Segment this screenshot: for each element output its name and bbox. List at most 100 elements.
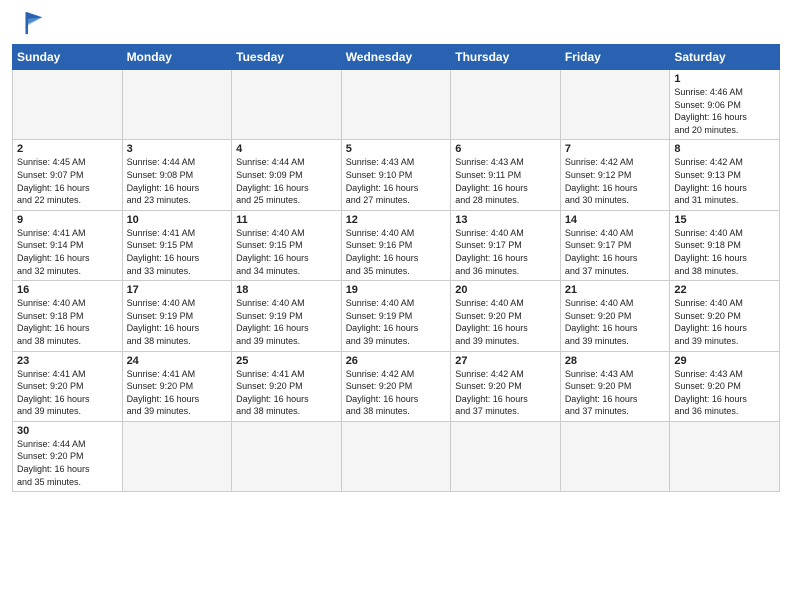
day-number: 25 [236, 355, 337, 367]
logo [12, 10, 48, 38]
calendar-cell [670, 421, 780, 491]
day-number: 1 [674, 73, 775, 85]
generalblue-logo-icon [12, 10, 44, 38]
week-row-1: 1Sunrise: 4:46 AM Sunset: 9:06 PM Daylig… [13, 70, 780, 140]
weekday-header-thursday: Thursday [451, 45, 561, 70]
calendar-cell [560, 70, 670, 140]
day-info: Sunrise: 4:40 AM Sunset: 9:17 PM Dayligh… [455, 227, 556, 277]
day-info: Sunrise: 4:43 AM Sunset: 9:10 PM Dayligh… [346, 156, 447, 206]
day-info: Sunrise: 4:40 AM Sunset: 9:18 PM Dayligh… [674, 227, 775, 277]
week-row-3: 9Sunrise: 4:41 AM Sunset: 9:14 PM Daylig… [13, 210, 780, 280]
calendar-cell: 21Sunrise: 4:40 AM Sunset: 9:20 PM Dayli… [560, 281, 670, 351]
calendar-cell: 24Sunrise: 4:41 AM Sunset: 9:20 PM Dayli… [122, 351, 232, 421]
calendar-cell: 25Sunrise: 4:41 AM Sunset: 9:20 PM Dayli… [232, 351, 342, 421]
calendar-cell: 4Sunrise: 4:44 AM Sunset: 9:09 PM Daylig… [232, 140, 342, 210]
day-number: 23 [17, 355, 118, 367]
day-number: 24 [127, 355, 228, 367]
calendar-cell: 29Sunrise: 4:43 AM Sunset: 9:20 PM Dayli… [670, 351, 780, 421]
day-info: Sunrise: 4:42 AM Sunset: 9:12 PM Dayligh… [565, 156, 666, 206]
day-info: Sunrise: 4:44 AM Sunset: 9:08 PM Dayligh… [127, 156, 228, 206]
calendar-cell [122, 421, 232, 491]
day-info: Sunrise: 4:41 AM Sunset: 9:20 PM Dayligh… [236, 368, 337, 418]
day-info: Sunrise: 4:41 AM Sunset: 9:20 PM Dayligh… [127, 368, 228, 418]
calendar-cell: 13Sunrise: 4:40 AM Sunset: 9:17 PM Dayli… [451, 210, 561, 280]
calendar-cell [341, 70, 451, 140]
calendar-cell: 17Sunrise: 4:40 AM Sunset: 9:19 PM Dayli… [122, 281, 232, 351]
day-number: 27 [455, 355, 556, 367]
day-number: 30 [17, 425, 118, 437]
day-info: Sunrise: 4:44 AM Sunset: 9:20 PM Dayligh… [17, 438, 118, 488]
day-info: Sunrise: 4:40 AM Sunset: 9:19 PM Dayligh… [346, 297, 447, 347]
calendar-cell: 8Sunrise: 4:42 AM Sunset: 9:13 PM Daylig… [670, 140, 780, 210]
calendar-cell: 15Sunrise: 4:40 AM Sunset: 9:18 PM Dayli… [670, 210, 780, 280]
day-number: 12 [346, 214, 447, 226]
calendar-cell: 18Sunrise: 4:40 AM Sunset: 9:19 PM Dayli… [232, 281, 342, 351]
weekday-header-tuesday: Tuesday [232, 45, 342, 70]
calendar-cell [341, 421, 451, 491]
day-number: 15 [674, 214, 775, 226]
day-number: 14 [565, 214, 666, 226]
calendar-cell: 5Sunrise: 4:43 AM Sunset: 9:10 PM Daylig… [341, 140, 451, 210]
day-number: 3 [127, 143, 228, 155]
day-info: Sunrise: 4:42 AM Sunset: 9:20 PM Dayligh… [455, 368, 556, 418]
day-number: 10 [127, 214, 228, 226]
day-info: Sunrise: 4:41 AM Sunset: 9:20 PM Dayligh… [17, 368, 118, 418]
day-number: 4 [236, 143, 337, 155]
week-row-2: 2Sunrise: 4:45 AM Sunset: 9:07 PM Daylig… [13, 140, 780, 210]
day-info: Sunrise: 4:42 AM Sunset: 9:13 PM Dayligh… [674, 156, 775, 206]
day-number: 8 [674, 143, 775, 155]
day-info: Sunrise: 4:40 AM Sunset: 9:17 PM Dayligh… [565, 227, 666, 277]
calendar-cell: 27Sunrise: 4:42 AM Sunset: 9:20 PM Dayli… [451, 351, 561, 421]
calendar-cell [232, 70, 342, 140]
day-number: 26 [346, 355, 447, 367]
calendar-cell: 23Sunrise: 4:41 AM Sunset: 9:20 PM Dayli… [13, 351, 123, 421]
calendar-cell: 26Sunrise: 4:42 AM Sunset: 9:20 PM Dayli… [341, 351, 451, 421]
day-number: 9 [17, 214, 118, 226]
day-number: 16 [17, 284, 118, 296]
day-info: Sunrise: 4:41 AM Sunset: 9:15 PM Dayligh… [127, 227, 228, 277]
day-info: Sunrise: 4:40 AM Sunset: 9:20 PM Dayligh… [455, 297, 556, 347]
day-number: 22 [674, 284, 775, 296]
day-number: 28 [565, 355, 666, 367]
calendar-cell: 20Sunrise: 4:40 AM Sunset: 9:20 PM Dayli… [451, 281, 561, 351]
calendar-cell: 22Sunrise: 4:40 AM Sunset: 9:20 PM Dayli… [670, 281, 780, 351]
day-number: 29 [674, 355, 775, 367]
calendar-cell: 30Sunrise: 4:44 AM Sunset: 9:20 PM Dayli… [13, 421, 123, 491]
calendar-cell: 2Sunrise: 4:45 AM Sunset: 9:07 PM Daylig… [13, 140, 123, 210]
day-number: 13 [455, 214, 556, 226]
day-number: 19 [346, 284, 447, 296]
day-number: 2 [17, 143, 118, 155]
calendar-cell: 14Sunrise: 4:40 AM Sunset: 9:17 PM Dayli… [560, 210, 670, 280]
calendar-cell: 12Sunrise: 4:40 AM Sunset: 9:16 PM Dayli… [341, 210, 451, 280]
day-info: Sunrise: 4:40 AM Sunset: 9:19 PM Dayligh… [236, 297, 337, 347]
calendar-cell: 1Sunrise: 4:46 AM Sunset: 9:06 PM Daylig… [670, 70, 780, 140]
calendar-cell: 28Sunrise: 4:43 AM Sunset: 9:20 PM Dayli… [560, 351, 670, 421]
day-info: Sunrise: 4:40 AM Sunset: 9:19 PM Dayligh… [127, 297, 228, 347]
calendar-cell [451, 70, 561, 140]
day-info: Sunrise: 4:40 AM Sunset: 9:15 PM Dayligh… [236, 227, 337, 277]
day-number: 11 [236, 214, 337, 226]
calendar-page: SundayMondayTuesdayWednesdayThursdayFrid… [0, 0, 792, 612]
calendar-cell: 10Sunrise: 4:41 AM Sunset: 9:15 PM Dayli… [122, 210, 232, 280]
calendar-cell [122, 70, 232, 140]
calendar-cell [13, 70, 123, 140]
day-info: Sunrise: 4:45 AM Sunset: 9:07 PM Dayligh… [17, 156, 118, 206]
calendar-table: SundayMondayTuesdayWednesdayThursdayFrid… [12, 44, 780, 492]
week-row-5: 23Sunrise: 4:41 AM Sunset: 9:20 PM Dayli… [13, 351, 780, 421]
calendar-cell: 19Sunrise: 4:40 AM Sunset: 9:19 PM Dayli… [341, 281, 451, 351]
calendar-cell [560, 421, 670, 491]
weekday-header-monday: Monday [122, 45, 232, 70]
week-row-4: 16Sunrise: 4:40 AM Sunset: 9:18 PM Dayli… [13, 281, 780, 351]
day-number: 5 [346, 143, 447, 155]
weekday-header-row: SundayMondayTuesdayWednesdayThursdayFrid… [13, 45, 780, 70]
header [12, 10, 780, 38]
calendar-cell: 9Sunrise: 4:41 AM Sunset: 9:14 PM Daylig… [13, 210, 123, 280]
day-number: 20 [455, 284, 556, 296]
day-number: 17 [127, 284, 228, 296]
day-info: Sunrise: 4:40 AM Sunset: 9:20 PM Dayligh… [565, 297, 666, 347]
day-number: 18 [236, 284, 337, 296]
day-info: Sunrise: 4:46 AM Sunset: 9:06 PM Dayligh… [674, 86, 775, 136]
week-row-6: 30Sunrise: 4:44 AM Sunset: 9:20 PM Dayli… [13, 421, 780, 491]
day-number: 7 [565, 143, 666, 155]
weekday-header-friday: Friday [560, 45, 670, 70]
